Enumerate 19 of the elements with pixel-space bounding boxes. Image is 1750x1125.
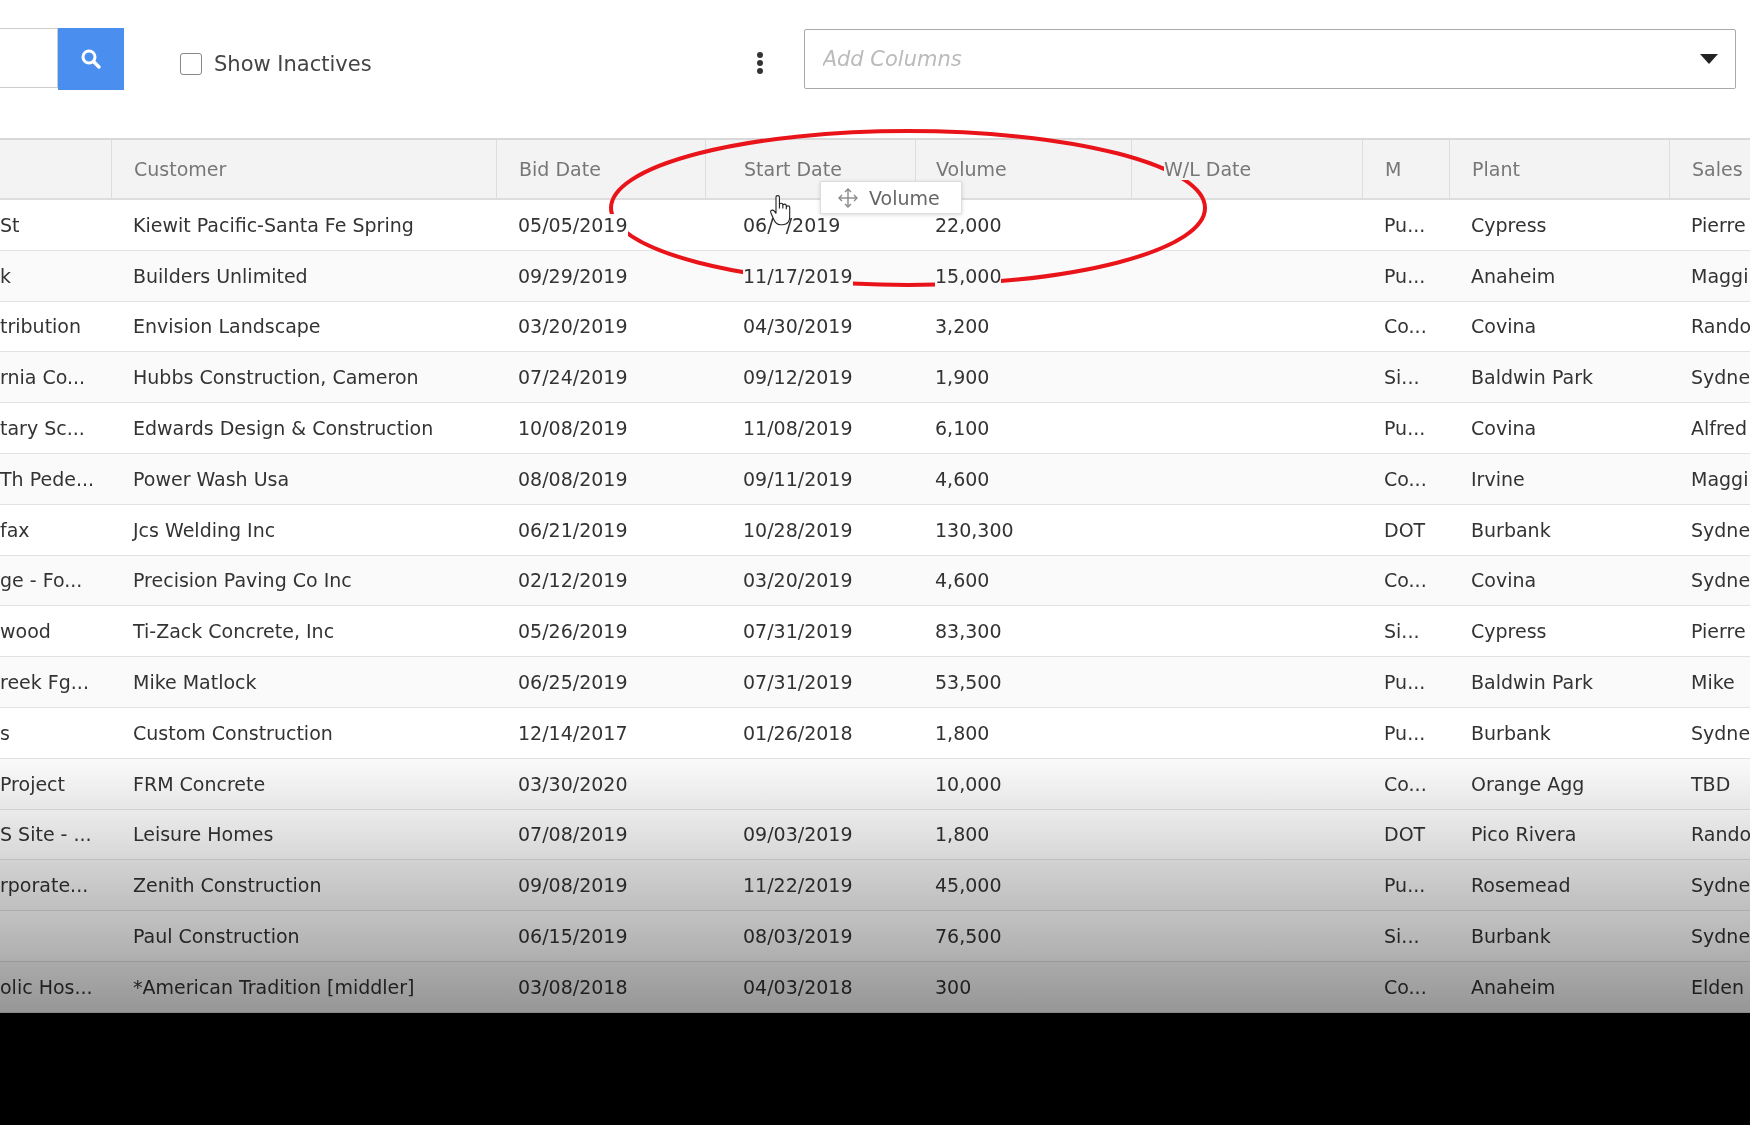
table-cell: Edwards Design & Construction — [133, 417, 434, 440]
search-button[interactable] — [58, 28, 124, 90]
table-cell: Ti-Zack Concrete, Inc — [133, 620, 335, 643]
table-cell: Envision Landscape — [133, 315, 321, 338]
table-cell: reek Fg... — [0, 671, 89, 694]
table-cell: 05/05/2019 — [518, 213, 628, 236]
search-icon — [79, 47, 103, 71]
table-cell: Precision Paving Co Inc — [133, 569, 352, 592]
table-cell: Hubbs Construction, Cameron — [133, 366, 419, 389]
checkbox[interactable] — [180, 53, 202, 75]
checkbox-label: Show Inactives — [214, 52, 372, 76]
table-cell: Sydne — [1691, 925, 1750, 948]
table-cell: Sydne — [1691, 366, 1750, 389]
move-icon — [837, 186, 859, 209]
more-options-icon[interactable] — [755, 51, 764, 75]
table-cell: Sydne — [1691, 874, 1750, 897]
ghost-label: Volume — [869, 186, 940, 209]
table-cell: Sydne — [1691, 569, 1750, 592]
caret-icon — [1698, 53, 1719, 65]
